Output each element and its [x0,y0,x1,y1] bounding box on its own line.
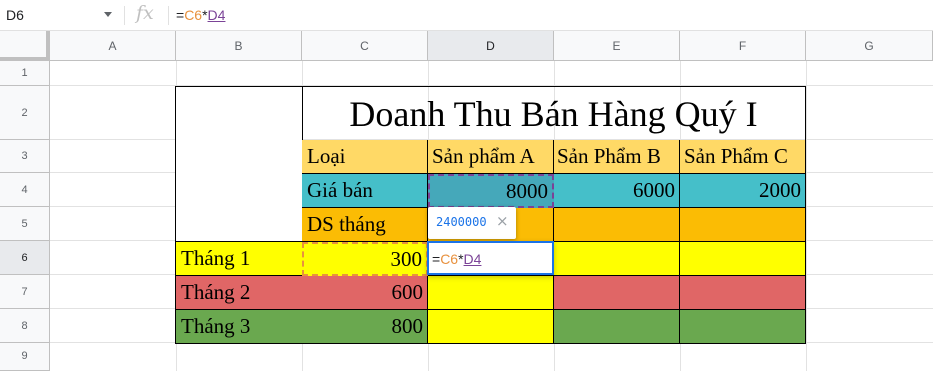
tooltip-value: 2400000 [436,215,487,229]
row-header-2[interactable]: 2 [0,86,50,140]
column-header-b[interactable]: B [176,31,302,61]
editor-eq: = [432,251,441,267]
formula-ref-c6: C6 [184,7,203,23]
cell-f8[interactable] [680,310,806,344]
cell-b7[interactable]: Tháng 2 [175,276,303,310]
border-line [553,208,554,242]
editor-ref-d4: D4 [463,251,482,267]
row-header-3[interactable]: 3 [0,140,50,173]
close-icon[interactable]: × [496,212,509,230]
column-header-e[interactable]: E [554,31,680,61]
cell-f6[interactable] [680,242,806,276]
cell-c8[interactable]: 800 [302,310,428,344]
formula-input[interactable]: =C6*D4 [176,7,225,23]
cell-b6[interactable]: Tháng 1 [175,242,303,276]
cell-b2-b5[interactable] [175,86,303,242]
cell-e8[interactable] [554,310,680,344]
formula-eq: = [176,7,185,23]
cell-d7[interactable] [428,276,554,310]
gridline [806,61,807,371]
column-header-f[interactable]: F [680,31,806,61]
column-header-a[interactable]: A [50,31,176,61]
chevron-down-icon[interactable] [104,12,112,17]
formula-ref-d4: D4 [207,7,226,23]
cell-f3[interactable]: Sản Phẩm C [680,140,806,174]
cell-c7[interactable]: 600 [302,276,428,310]
row-header-7[interactable]: 7 [0,275,50,309]
divider [168,6,169,25]
cell-editor[interactable]: =C6*D4 [427,241,554,275]
cell-b8[interactable]: Tháng 3 [175,310,303,344]
cell-f7[interactable] [680,276,806,310]
cell-e3[interactable]: Sản Phẩm B [554,140,680,174]
cell-d4[interactable]: 8000 [428,174,554,208]
cell-c3[interactable]: Loại [302,140,428,174]
formula-result-tooltip: 2400000 × [428,207,516,239]
cell-c4[interactable]: Giá bán [302,174,428,208]
cell-e6[interactable] [554,242,680,276]
row-header-8[interactable]: 8 [0,309,50,343]
cell-f4[interactable]: 2000 [680,174,806,208]
row-header-6[interactable]: 6 [0,241,50,275]
select-all-corner[interactable] [0,31,50,61]
border-line [679,208,680,242]
table-title[interactable]: Doanh Thu Bán Hàng Quý I [302,86,806,141]
row-header-4[interactable]: 4 [0,173,50,207]
column-header-c[interactable]: C [302,31,428,61]
cell-c5[interactable]: DS tháng [302,208,428,242]
fx-icon: fx [136,2,154,24]
name-box[interactable]: D6 [0,0,120,31]
cell-e7[interactable] [554,276,680,310]
column-header-d[interactable]: D [428,31,554,61]
row-header-5[interactable]: 5 [0,207,50,241]
row-header-9[interactable]: 9 [0,343,50,371]
row-header-1[interactable]: 1 [0,61,50,86]
editor-ref-c6: C6 [440,251,459,267]
column-header-g[interactable]: G [806,31,933,61]
divider [124,6,125,25]
cell-d8[interactable] [428,310,554,344]
cell-d3[interactable]: Sản phẩm A [428,140,554,174]
cell-e4[interactable]: 6000 [554,174,680,208]
cell-c6[interactable]: 300 [302,242,428,276]
